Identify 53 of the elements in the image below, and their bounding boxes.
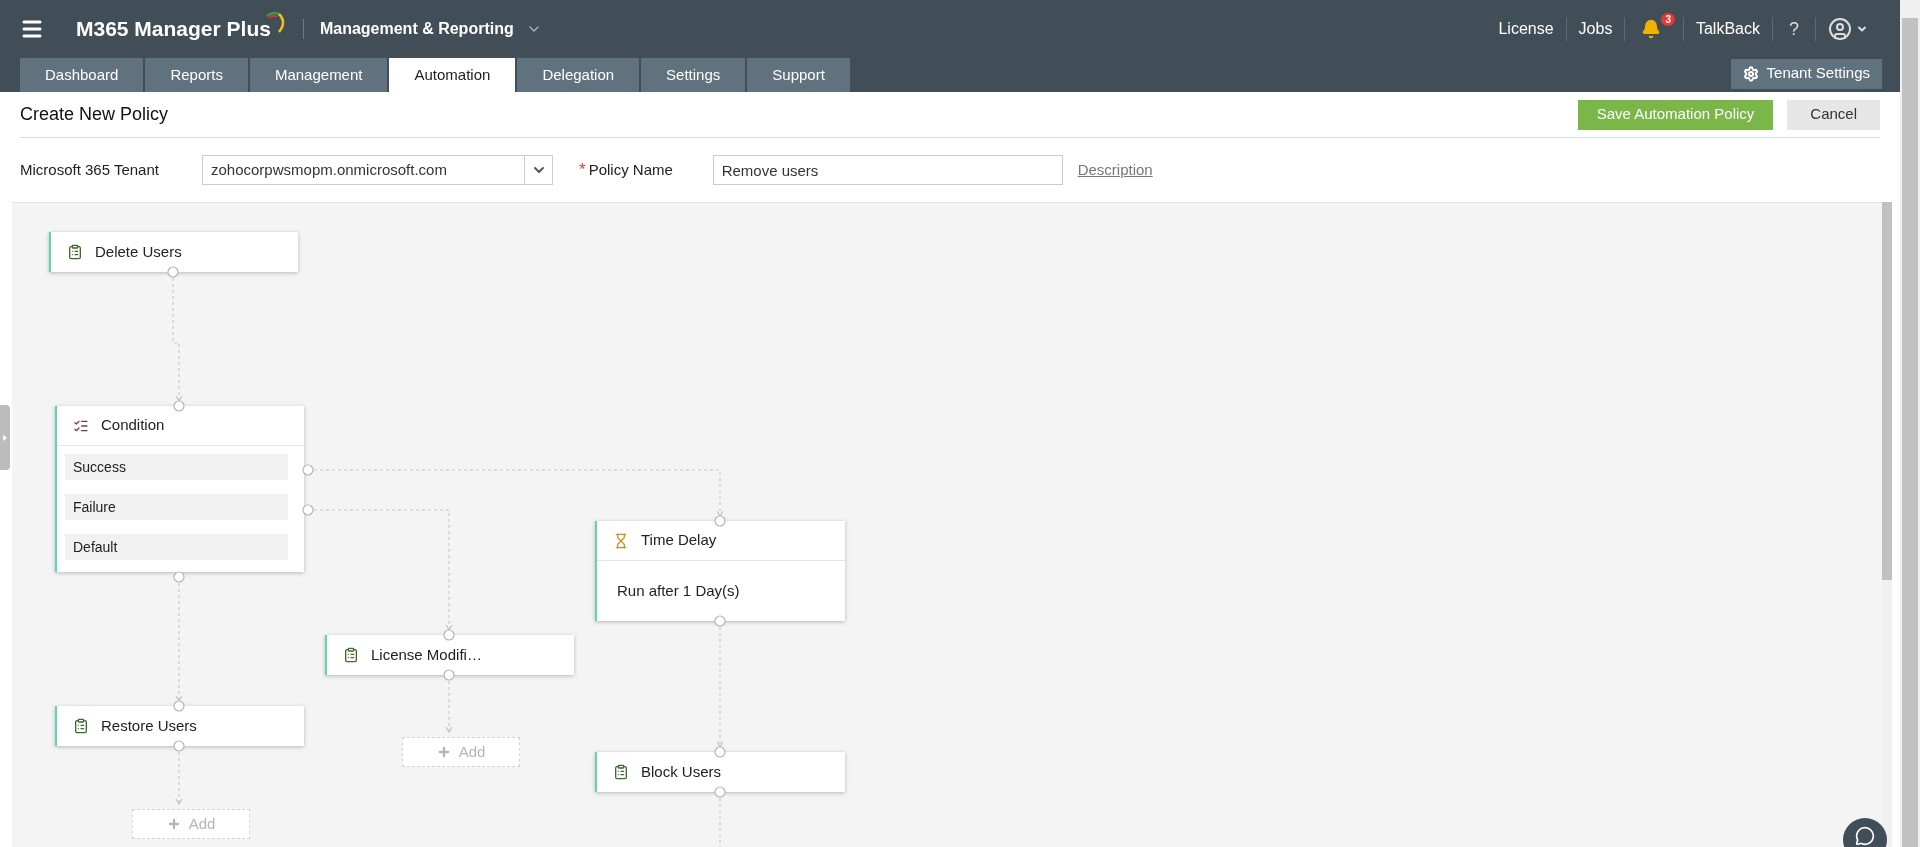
nav-tab[interactable]: Support: [747, 58, 850, 92]
delay-detail: Run after 1 Day(s): [617, 580, 740, 601]
nav-tab[interactable]: Delegation: [517, 58, 640, 92]
clipboard-icon: [67, 244, 83, 260]
required-mark: *: [579, 159, 586, 182]
product-name: M365 Manager Plus: [76, 16, 271, 43]
notification-count: 3: [1661, 13, 1675, 26]
condition-branch[interactable]: Default: [65, 534, 288, 560]
workflow-node[interactable]: Time Delay Run after 1 Day(s): [595, 521, 845, 621]
workflow-node[interactable]: Restore Users: [55, 706, 304, 746]
chat-icon: [1855, 826, 1875, 846]
clipboard-icon: [73, 718, 89, 734]
node-title: Block Users: [641, 761, 722, 782]
policy-name-label: Policy Name: [588, 159, 674, 180]
tenant-select[interactable]: zohocorpwsmopm.onmicrosoft.com: [202, 155, 553, 185]
node-title: Time Delay: [641, 530, 717, 551]
policy-name-field[interactable]: Remove users: [712, 155, 1063, 185]
page-title: Create New Policy: [20, 103, 169, 126]
node-title: Delete Users: [95, 241, 182, 262]
plus-icon: [436, 745, 451, 759]
nav-tab[interactable]: Automation: [389, 58, 516, 92]
tenant-settings-button[interactable]: Tenant Settings: [1730, 58, 1882, 89]
workflow-node[interactable]: Condition Success Failure Default: [55, 406, 304, 572]
notifications-button[interactable]: [1641, 19, 1662, 39]
workflow-node[interactable]: License Modifi…: [325, 635, 574, 675]
help-button[interactable]: ?: [1773, 15, 1815, 43]
clipboard-icon: [343, 647, 359, 663]
node-title: License Modifi…: [371, 644, 482, 665]
nav-tab[interactable]: Settings: [641, 58, 746, 92]
workflow-node[interactable]: Block Users: [595, 752, 845, 792]
caret-icon: [3, 434, 7, 441]
gear-icon: [1742, 65, 1759, 82]
condition-branch[interactable]: Success: [65, 454, 288, 480]
cancel-button[interactable]: Cancel: [1787, 99, 1880, 130]
node-title: Restore Users: [101, 715, 197, 736]
condition-branch[interactable]: Failure: [65, 494, 288, 520]
nav-tab[interactable]: Reports: [145, 58, 248, 92]
node-title: Condition: [101, 415, 165, 436]
user-avatar-icon: [1828, 17, 1852, 41]
plus-icon: [166, 817, 181, 831]
header-link[interactable]: Jobs: [1566, 17, 1625, 41]
description-link[interactable]: Description: [1077, 158, 1153, 182]
sidebar-toggle[interactable]: [0, 405, 10, 470]
hourglass-icon: [613, 532, 629, 549]
workflow-node[interactable]: Delete Users: [49, 232, 298, 272]
nav-tab[interactable]: Management: [249, 58, 388, 92]
talkback-link[interactable]: TalkBack: [1683, 17, 1772, 41]
nav-tab[interactable]: Dashboard: [20, 58, 144, 92]
tenant-label: Microsoft 365 Tenant: [20, 159, 160, 180]
bell-icon: [1641, 19, 1662, 39]
header-link[interactable]: License: [1486, 17, 1566, 41]
clipboard-icon: [613, 764, 629, 780]
module-switcher[interactable]: Management & Reporting: [319, 17, 542, 41]
